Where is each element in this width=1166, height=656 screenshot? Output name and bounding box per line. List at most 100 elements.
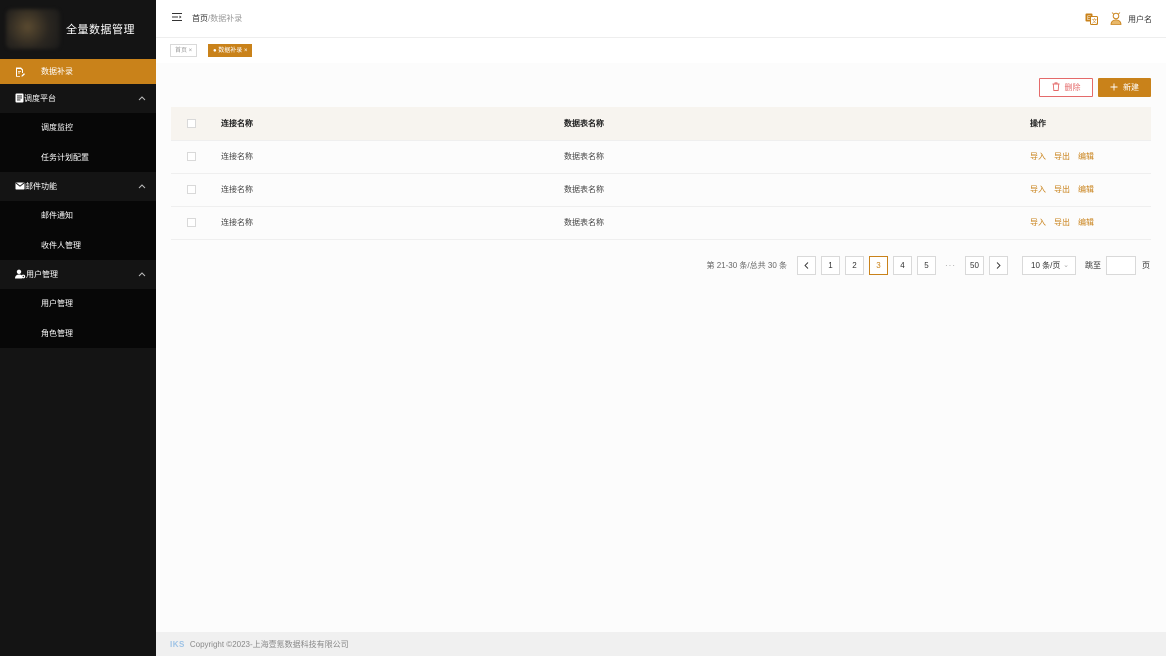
- delete-button[interactable]: 删除: [1039, 78, 1093, 97]
- sidebar-group-label: 用户管理: [26, 270, 58, 279]
- data-table: 连接名称 数据表名称 操作 连接名称 数据表名称 导入 导出 编辑 连接名称 数据表…: [171, 107, 1151, 240]
- edit-link[interactable]: 编辑: [1078, 185, 1094, 194]
- page-3-current[interactable]: 3: [869, 256, 888, 275]
- page-50[interactable]: 50: [965, 256, 984, 275]
- sidebar-group-scheduling[interactable]: 调度平台: [0, 84, 156, 113]
- select-all-checkbox[interactable]: [187, 118, 196, 128]
- cell-connection-name: 连接名称: [221, 206, 564, 240]
- footer: IKS Copyright ©2023-上海壹氪数据科技有限公司: [156, 632, 1166, 656]
- jump-suffix: 页: [1142, 261, 1150, 270]
- column-header: 连接名称: [221, 107, 564, 141]
- tag-data-entry[interactable]: ● 数据补录 ×: [208, 44, 253, 57]
- sidebar-group-label: 调度平台: [24, 94, 56, 103]
- breadcrumb-home[interactable]: 首页: [192, 14, 208, 23]
- export-link[interactable]: 导出: [1054, 152, 1070, 161]
- import-link[interactable]: 导入: [1030, 185, 1046, 194]
- row-select-cell: [171, 140, 221, 174]
- sidebar-item-recipient-manage[interactable]: 收件人管理: [0, 230, 156, 260]
- user-avatar-icon[interactable]: [1110, 12, 1122, 27]
- svg-text:文: 文: [1092, 17, 1098, 25]
- column-header: 操作: [1030, 107, 1151, 141]
- cell-table-name: 数据表名称: [564, 206, 1030, 240]
- chevron-right-icon: [996, 262, 1001, 269]
- next-page-button[interactable]: [989, 256, 1008, 275]
- chevron-up-icon: [138, 182, 146, 191]
- table-toolbar: 删除 新建: [1039, 78, 1151, 97]
- sidebar-item-label: 数据补录: [41, 67, 73, 76]
- row-select-cell: [171, 206, 221, 240]
- export-link[interactable]: 导出: [1054, 218, 1070, 227]
- cell-connection-name: 连接名称: [221, 173, 564, 207]
- language-switch-icon[interactable]: E文: [1085, 13, 1098, 27]
- cell-actions: 导入 导出 编辑: [1030, 173, 1151, 207]
- trash-icon: [1052, 82, 1060, 93]
- logo: [6, 9, 60, 49]
- sidebar-item-task-plan-config[interactable]: 任务计划配置: [0, 142, 156, 172]
- cell-table-name: 数据表名称: [564, 140, 1030, 174]
- chevron-up-icon: [138, 94, 146, 103]
- plus-icon: [1110, 83, 1118, 93]
- row-checkbox[interactable]: [187, 152, 196, 162]
- sidebar: 全量数据管理 数据补录 调度平台 调度监控 任务计划配置 邮件功能 邮件通知 收…: [0, 0, 156, 656]
- table-row: 连接名称 数据表名称 导入 导出 编辑: [171, 140, 1151, 174]
- chevron-down-icon: ⌄: [1063, 262, 1069, 269]
- sidebar-item-data-entry[interactable]: 数据补录: [0, 59, 156, 84]
- page-size-value: 10 条/页: [1031, 261, 1061, 270]
- column-header: 数据表名称: [564, 107, 1030, 141]
- breadcrumb-current: 数据补录: [210, 14, 243, 23]
- app-title: 全量数据管理: [66, 24, 135, 36]
- table-row: 连接名称 数据表名称 导入 导出 编辑: [171, 206, 1151, 240]
- sidebar-item-mail-notify[interactable]: 邮件通知: [0, 201, 156, 231]
- sidebar-item-user-manage[interactable]: 用户管理: [0, 289, 156, 319]
- tags-bar: 首页 × ● 数据补录 ×: [156, 38, 1166, 63]
- cell-actions: 导入 导出 编辑: [1030, 140, 1151, 174]
- chevron-left-icon: [804, 262, 809, 269]
- page-1[interactable]: 1: [821, 256, 840, 275]
- sidebar-item-role-manage[interactable]: 角色管理: [0, 318, 156, 348]
- row-select-cell: [171, 173, 221, 207]
- cell-table-name: 数据表名称: [564, 173, 1030, 207]
- page-size-select[interactable]: 10 条/页 ⌄: [1022, 256, 1076, 275]
- copyright-text: Copyright ©2023-上海壹氪数据科技有限公司: [189, 639, 349, 649]
- file-edit-icon: [15, 67, 25, 77]
- sidebar-group-mail[interactable]: 邮件功能: [0, 172, 156, 201]
- top-header: 首页/数据补录 E文 用户名: [156, 0, 1166, 38]
- sidebar-item-schedule-monitor[interactable]: 调度监控: [0, 113, 156, 143]
- logo-area: 全量数据管理: [0, 0, 156, 58]
- main-content: 删除 新建 连接名称 数据表名称 操作 连接名称 数据表名称 导入 导出编辑 连…: [156, 63, 1166, 632]
- document-icon: [15, 93, 24, 105]
- user-settings-icon: [15, 269, 26, 281]
- table-header-row: 连接名称 数据表名称 操作: [171, 107, 1151, 141]
- page-2[interactable]: 2: [845, 256, 864, 275]
- cell-actions: 导入 导出 编辑: [1030, 206, 1151, 240]
- delete-label: 删除: [1064, 83, 1081, 92]
- pagination: 第 21-30 条/总共 30 条 1 2 3 4 5 ··· 50 10 条/…: [707, 256, 1150, 275]
- sidebar-menu: 数据补录 调度平台 调度监控 任务计划配置 邮件功能 邮件通知 收件人管理 用户…: [0, 59, 156, 348]
- prev-page-button[interactable]: [797, 256, 816, 275]
- import-link[interactable]: 导入: [1030, 152, 1046, 161]
- row-checkbox[interactable]: [187, 218, 196, 228]
- pagination-total: 第 21-30 条/总共 30 条: [706, 261, 787, 270]
- menu-collapse-icon[interactable]: [172, 13, 182, 23]
- edit-link[interactable]: 编辑: [1078, 152, 1094, 161]
- edit-link[interactable]: 编辑: [1078, 218, 1094, 227]
- new-button[interactable]: 新建: [1098, 78, 1151, 97]
- jump-page-input[interactable]: [1106, 256, 1136, 275]
- import-link[interactable]: 导入: [1030, 218, 1046, 227]
- new-label: 新建: [1123, 83, 1139, 92]
- mail-icon: [15, 182, 25, 192]
- chevron-up-icon: [138, 270, 146, 279]
- row-checkbox[interactable]: [187, 185, 196, 195]
- page-ellipsis[interactable]: ···: [941, 256, 960, 275]
- table-row: 连接名称 数据表名称 导入 导出 编辑: [171, 173, 1151, 207]
- footer-logo: IKS: [170, 639, 185, 649]
- sidebar-group-label: 邮件功能: [25, 182, 57, 191]
- export-link[interactable]: 导出: [1054, 185, 1070, 194]
- user-name[interactable]: 用户名: [1128, 14, 1152, 25]
- page-4[interactable]: 4: [893, 256, 912, 275]
- tag-home[interactable]: 首页 ×: [170, 44, 198, 57]
- breadcrumb: 首页/数据补录: [192, 13, 242, 24]
- sidebar-group-user-manage[interactable]: 用户管理: [0, 260, 156, 289]
- page-5[interactable]: 5: [917, 256, 936, 275]
- cell-connection-name: 连接名称: [221, 140, 564, 174]
